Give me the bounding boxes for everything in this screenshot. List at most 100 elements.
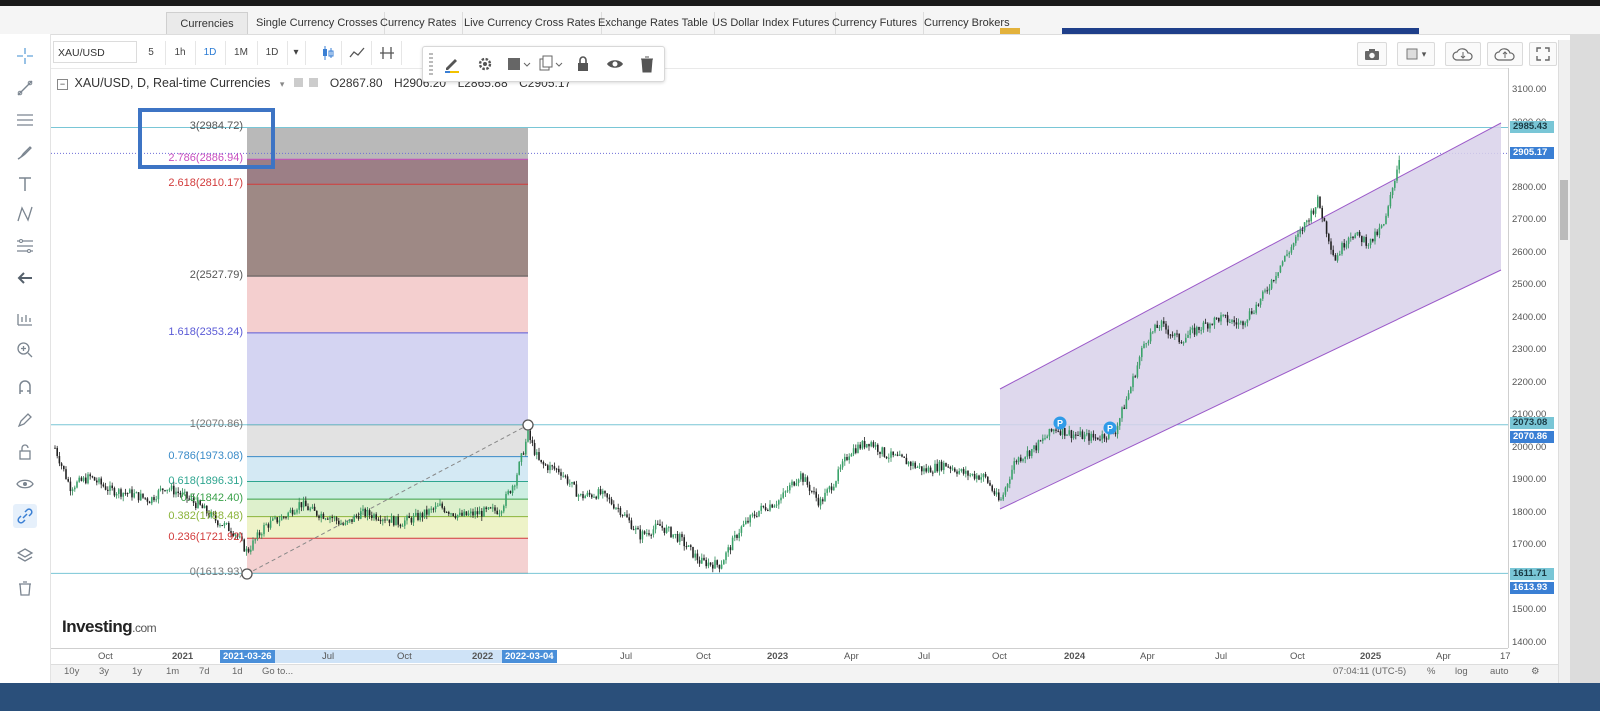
candle-body (619, 508, 622, 515)
auto-toggle[interactable]: auto (1490, 666, 1509, 677)
candle-body (1242, 321, 1244, 326)
candle-body (804, 477, 806, 482)
collapse-icon[interactable]: − (57, 79, 68, 90)
candle-body (1308, 220, 1310, 222)
candle-body (712, 564, 714, 569)
candle-body (379, 519, 382, 522)
candle-body (1138, 357, 1141, 366)
candle-body (322, 513, 325, 519)
clone-icon[interactable] (539, 55, 563, 73)
candle-body (982, 474, 985, 478)
candle-body (1389, 195, 1392, 207)
candle-body (637, 527, 639, 530)
chart-settings-icon[interactable]: ⚙ (1531, 666, 1540, 677)
candle-body (382, 519, 384, 522)
range-10y[interactable]: 10y (64, 666, 79, 677)
template-icon[interactable] (507, 55, 531, 73)
candle-body (63, 465, 65, 470)
delete-drawing-icon[interactable] (638, 55, 656, 73)
candle-body (1046, 436, 1048, 439)
candle-body (716, 560, 718, 565)
candle-body (412, 515, 415, 523)
candle-body (989, 482, 991, 486)
candle-body (1352, 236, 1354, 239)
candle-body (791, 481, 793, 486)
candle-body (531, 440, 534, 443)
candle-body (470, 511, 472, 514)
log-toggle[interactable]: log (1455, 666, 1468, 677)
legend-settings-icon[interactable] (293, 78, 303, 87)
candle-body (533, 442, 536, 455)
candle-body (333, 517, 336, 519)
candle-body (1143, 343, 1145, 349)
pencil-icon[interactable] (443, 55, 461, 73)
drag-handle[interactable] (429, 53, 433, 75)
investing-logo: Investing.com (62, 617, 157, 636)
candle-body (298, 502, 300, 510)
candle-body (544, 464, 547, 466)
range-1m[interactable]: 1m (166, 666, 179, 677)
candle-body (327, 518, 329, 520)
settings-gear-icon[interactable] (476, 55, 494, 73)
candle-body (769, 504, 771, 511)
price-tick-label: 1700.00 (1512, 539, 1547, 551)
candle-body (958, 470, 960, 474)
candle-body (857, 444, 859, 453)
candle-body (696, 553, 699, 561)
price-tag: 2073.08 (1510, 417, 1554, 429)
candle-body (632, 529, 635, 531)
candle-body (269, 520, 272, 528)
candle-body (1213, 317, 1216, 325)
candle-body (1053, 429, 1055, 432)
candle-body (1193, 327, 1196, 335)
scrollbar-thumb[interactable] (1560, 180, 1568, 240)
candle-body (668, 527, 670, 529)
candle-body (375, 514, 377, 520)
candle-body (973, 473, 976, 479)
candle-body (1321, 207, 1323, 218)
candle-body (386, 519, 388, 521)
candle-body (1251, 311, 1253, 314)
legend-visibility-icon[interactable] (309, 78, 319, 87)
range-7d[interactable]: 7d (199, 666, 210, 677)
candle-body (1222, 314, 1224, 316)
candle-body (93, 477, 96, 481)
candle-body (1398, 160, 1400, 170)
candle-body (951, 468, 954, 470)
candle-body (1022, 458, 1024, 462)
price-chart[interactable]: PP (0, 0, 1600, 711)
range-1d[interactable]: 1d (232, 666, 243, 677)
candle-body (1004, 487, 1007, 495)
candle-body (278, 520, 281, 523)
candle-body (401, 525, 404, 527)
candle-body (800, 473, 802, 480)
goto-button[interactable]: Go to... (262, 666, 293, 677)
candle-body (494, 507, 496, 511)
candle-body (888, 457, 890, 459)
candle-body (1077, 434, 1079, 436)
candle-body (672, 534, 674, 538)
candle-body (1220, 315, 1222, 322)
candle-body (971, 473, 974, 475)
candle-body (1387, 206, 1389, 216)
candle-body (591, 494, 593, 498)
candle-body (366, 510, 369, 517)
candle-body (1079, 431, 1081, 436)
candle-body (740, 526, 743, 533)
candle-body (89, 474, 91, 477)
candle-body (245, 548, 248, 552)
time-tick-label: 2021 (172, 651, 194, 662)
percent-toggle[interactable]: % (1427, 666, 1435, 677)
time-tick-label: Jul (620, 651, 633, 662)
candle-body (945, 462, 947, 467)
candle-body (364, 508, 366, 517)
hide-drawing-icon[interactable] (606, 55, 624, 73)
range-3y[interactable]: 3y (99, 666, 109, 677)
candle-body (463, 511, 465, 516)
candle-body (1180, 342, 1183, 344)
range-1y[interactable]: 1y (132, 666, 142, 677)
lock-drawing-icon[interactable] (574, 55, 592, 73)
candle-body (261, 534, 263, 536)
legend-title[interactable]: XAU/USD, D, Real-time Currencies (74, 76, 270, 90)
fib-band (247, 159, 528, 185)
